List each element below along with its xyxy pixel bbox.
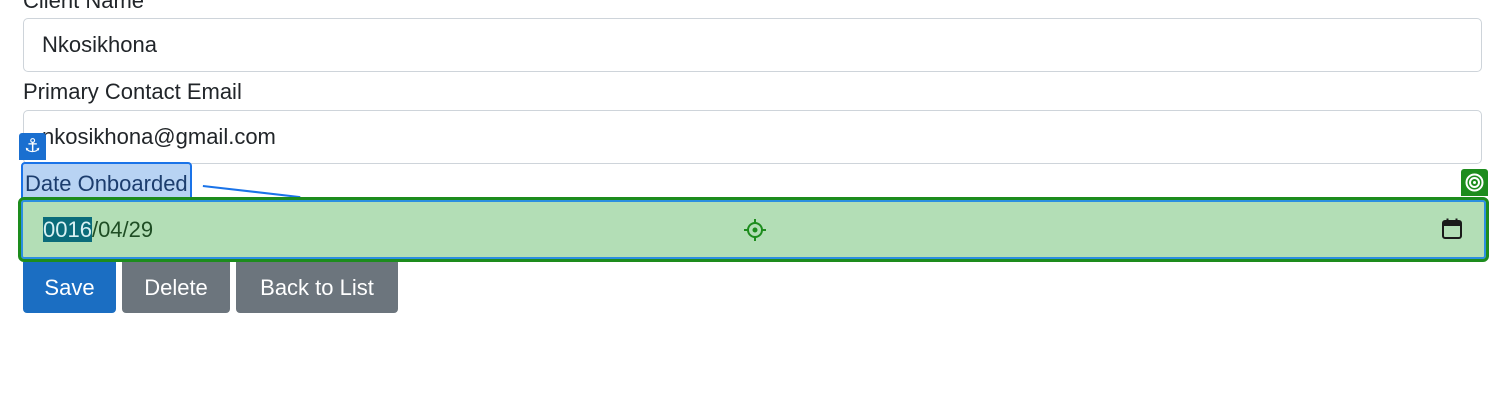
back-to-list-button[interactable]: Back to List (236, 262, 398, 313)
date-month-day-segment[interactable]: /04/29 (92, 217, 153, 242)
delete-button[interactable]: Delete (122, 262, 230, 313)
save-button[interactable]: Save (23, 262, 116, 313)
primary-contact-email-label: Primary Contact Email (23, 79, 242, 104)
date-onboarded-input[interactable]: 0016/04/29 (18, 197, 1489, 262)
client-edit-form: Client Name Nkosikhona Primary Contact E… (0, 0, 1507, 401)
anchor-icon: ⚓ (19, 133, 46, 160)
client-name-label: Client Name (23, 0, 145, 13)
calendar-icon[interactable] (1442, 218, 1462, 239)
date-onboarded-label: Date Onboarded (21, 162, 192, 202)
client-name-input[interactable]: Nkosikhona (23, 18, 1482, 72)
crosshair-icon (744, 219, 766, 241)
primary-contact-email-input[interactable]: nkosikhona@gmail.com (23, 110, 1482, 164)
date-year-segment[interactable]: 0016 (43, 217, 92, 242)
target-icon (1461, 169, 1488, 196)
date-onboarded-value[interactable]: 0016/04/29 (43, 200, 153, 259)
